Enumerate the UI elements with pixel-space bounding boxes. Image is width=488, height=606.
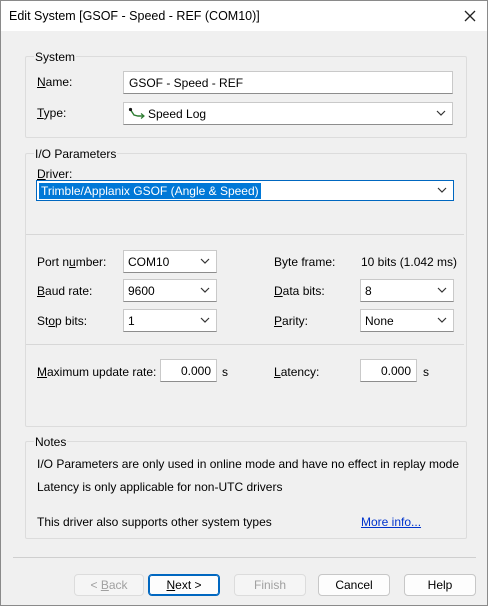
type-value: Speed Log — [148, 107, 207, 121]
baud-value: 9600 — [128, 284, 155, 298]
max-update-rate-label: Maximum update rate: — [37, 365, 157, 379]
parity-label: Parity: — [274, 314, 309, 328]
close-button[interactable] — [457, 3, 483, 29]
driver-label: Driver: — [37, 167, 73, 181]
latency-label: Latency: — [274, 365, 320, 379]
stop-bits-select[interactable]: 1 — [123, 309, 217, 332]
max-update-rate-unit: s — [222, 365, 228, 379]
chevron-down-icon — [437, 287, 447, 293]
baud-rate-label: Baud rate: — [37, 284, 93, 298]
edit-system-dialog: Edit System [GSOF - Speed - REF (COM10)]… — [0, 0, 488, 606]
footer-divider — [13, 557, 476, 558]
notes-group-title: Notes — [34, 435, 68, 449]
notes-line-3: This driver also supports other system t… — [37, 515, 272, 529]
max-update-rate-input[interactable]: 0.000 — [160, 359, 217, 382]
data-bits-value: 8 — [365, 284, 372, 298]
notes-line-1: I/O Parameters are only used in online m… — [37, 457, 460, 471]
latency-unit: s — [423, 365, 429, 379]
notes-line-2: Latency is only applicable for non-UTC d… — [37, 480, 283, 494]
parity-select[interactable]: None — [360, 309, 454, 332]
driver-value: Trimble/Applanix GSOF (Angle & Speed) — [38, 182, 262, 200]
driver-select[interactable]: Trimble/Applanix GSOF (Angle & Speed) — [36, 180, 454, 201]
help-button[interactable]: Help — [404, 574, 476, 596]
port-value: COM10 — [128, 255, 170, 269]
title-bar[interactable]: Edit System [GSOF - Speed - REF (COM10)] — [1, 1, 487, 31]
port-number-label: Port number: — [37, 255, 107, 269]
name-label: Name: — [37, 75, 73, 89]
stop-bits-label: Stop bits: — [37, 314, 88, 328]
io-divider-2 — [26, 344, 464, 345]
system-group: System — [25, 50, 467, 138]
baud-rate-select[interactable]: 9600 — [123, 279, 217, 302]
parity-value: None — [365, 314, 394, 328]
byte-frame-value: 10 bits (1.042 ms) — [361, 255, 458, 269]
system-group-title: System — [34, 50, 77, 64]
more-info-link[interactable]: More info... — [361, 515, 421, 529]
stop-bits-value: 1 — [128, 314, 135, 328]
chevron-down-icon — [200, 317, 210, 323]
byte-frame-label: Byte frame: — [274, 255, 336, 269]
latency-input[interactable]: 0.000 — [360, 359, 417, 382]
chevron-down-icon — [200, 287, 210, 293]
type-select[interactable]: Speed Log — [123, 102, 453, 125]
back-button[interactable]: < Back — [74, 574, 144, 596]
chevron-down-icon — [200, 258, 210, 264]
window-title: Edit System [GSOF - Speed - REF (COM10)] — [9, 9, 260, 23]
io-group-title: I/O Parameters — [34, 147, 118, 161]
cancel-button[interactable]: Cancel — [318, 574, 390, 596]
type-label: Type: — [37, 106, 67, 120]
finish-button[interactable]: Finish — [234, 574, 306, 596]
data-bits-select[interactable]: 8 — [360, 279, 454, 302]
next-button[interactable]: Next > — [148, 574, 220, 596]
chevron-down-icon — [437, 317, 447, 323]
port-number-select[interactable]: COM10 — [123, 250, 217, 273]
io-divider-1 — [26, 234, 464, 235]
speed-log-icon — [128, 107, 145, 119]
data-bits-label: Data bits: — [274, 284, 325, 298]
name-input[interactable]: GSOF - Speed - REF — [123, 71, 453, 94]
close-icon — [464, 10, 476, 22]
chevron-down-icon — [436, 110, 446, 116]
chevron-down-icon — [437, 187, 447, 193]
